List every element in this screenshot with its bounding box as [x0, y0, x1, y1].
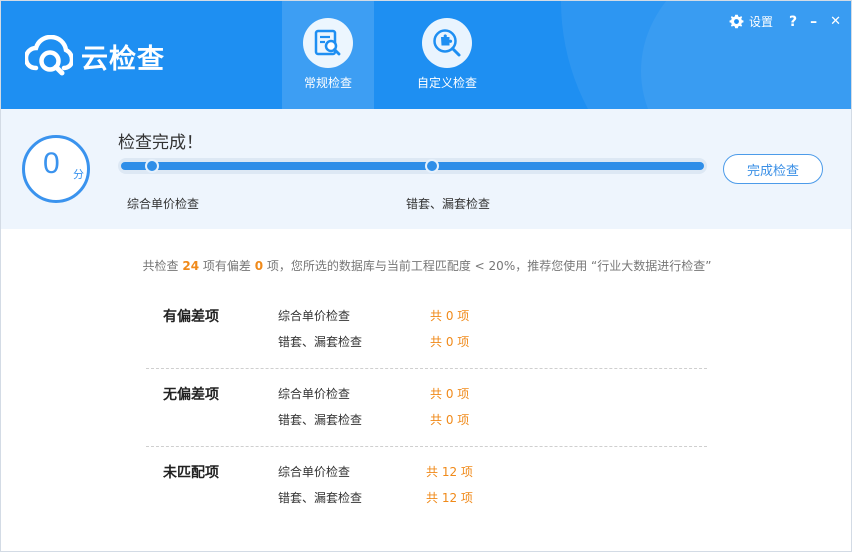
result-row[interactable]: 错套、漏套检查 共 0 项 — [278, 333, 638, 351]
summary-text: 共检查 24 项有偏差 0 项，您所选的数据库与当前工程匹配度 < 20%，推荐… — [142, 259, 712, 273]
group-title: 无偏差项 — [163, 387, 219, 403]
group-deviation: 有偏差项 综合单价检查 共 0 项 错套、漏套检查 共 0 项 — [146, 306, 707, 369]
minimize-button[interactable]: – — [810, 14, 817, 30]
window-controls: 设置 ? – ✕ — [716, 13, 841, 30]
cloud-search-icon — [25, 35, 73, 76]
group-unmatched: 未匹配项 综合单价检查 共 12 项 错套、漏套检查 共 12 项 — [146, 462, 707, 508]
tab-label: 常规检查 — [303, 76, 352, 90]
group-no-deviation: 无偏差项 综合单价检查 共 0 项 错套、漏套检查 共 0 项 — [146, 384, 707, 447]
settings-button[interactable]: 设置 — [729, 13, 773, 30]
puzzle-search-icon — [433, 29, 461, 57]
app-logo: 云检查 — [25, 35, 165, 77]
score-value: 0 — [43, 147, 60, 180]
result-row[interactable]: 错套、漏套检查 共 0 项 — [278, 411, 638, 429]
tab-custom-check[interactable]: 自定义检查 — [401, 1, 493, 109]
app-window: 云检查 常规检查 自定义检查 设置 ? – ✕ 0 分 检查完成！ 综合单价检查… — [0, 0, 852, 552]
result-row[interactable]: 综合单价检查 共 12 项 — [278, 463, 638, 481]
deviation-count: 0 — [254, 259, 264, 273]
total-count: 24 — [182, 259, 200, 273]
close-button[interactable]: ✕ — [830, 14, 841, 29]
gear-icon — [729, 14, 744, 29]
document-search-icon — [314, 29, 341, 56]
check-status-panel: 0 分 检查完成！ 综合单价检查 错套、漏套检查 完成检查 — [1, 109, 851, 229]
finish-check-button[interactable]: 完成检查 — [723, 154, 823, 184]
app-title: 云检查 — [81, 43, 165, 75]
header-bar: 云检查 常规检查 自定义检查 设置 ? – ✕ — [1, 1, 851, 109]
progress-fill — [121, 162, 704, 170]
progress-step-dot — [425, 159, 439, 173]
score-unit: 分 — [73, 168, 84, 181]
progress-step-dot — [145, 159, 159, 173]
group-title: 未匹配项 — [163, 465, 219, 481]
help-button[interactable]: ? — [789, 14, 797, 30]
result-row[interactable]: 综合单价检查 共 0 项 — [278, 307, 638, 325]
result-row[interactable]: 错套、漏套检查 共 12 项 — [278, 489, 638, 507]
settings-label: 设置 — [748, 15, 773, 29]
result-row[interactable]: 综合单价检查 共 0 项 — [278, 385, 638, 403]
status-title: 检查完成！ — [118, 133, 203, 153]
tab-label: 自定义检查 — [416, 76, 477, 90]
score-ring: 0 分 — [22, 135, 90, 203]
progress-step-label: 综合单价检查 — [127, 197, 200, 211]
progress-step-label: 错套、漏套检查 — [406, 197, 491, 211]
tab-regular-check[interactable]: 常规检查 — [282, 1, 374, 109]
group-title: 有偏差项 — [163, 309, 219, 325]
